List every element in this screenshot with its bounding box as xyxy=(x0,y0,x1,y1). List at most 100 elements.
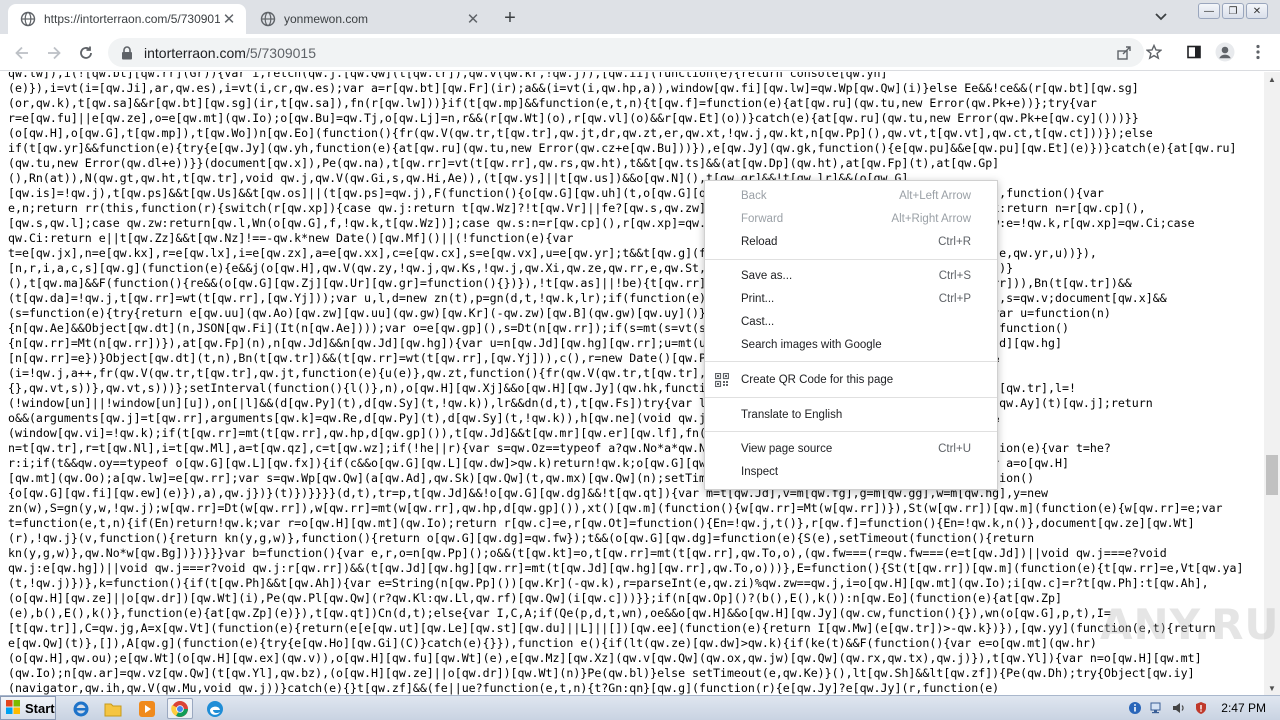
scroll-thumb[interactable] xyxy=(1266,455,1278,495)
scroll-down-icon[interactable]: ▼ xyxy=(1264,681,1280,695)
menu-item-reload[interactable]: Reload Ctrl+R xyxy=(705,231,997,253)
code-line: (qw.tu,new Error(qw.dl+e))}}(document[qw… xyxy=(8,156,1000,170)
menu-item-translate[interactable]: Translate to English xyxy=(705,404,997,426)
minimize-button[interactable]: — xyxy=(1198,3,1220,19)
url-text: intorterraon.com/5/7309015 xyxy=(144,44,317,61)
code-line: [t[qw.tr]],C=qw.jg,A=x[qw.Vt](function(e… xyxy=(8,621,1216,635)
star-icon[interactable] xyxy=(1144,42,1164,62)
edge-icon[interactable] xyxy=(202,698,228,719)
menu-item-back[interactable]: Back Alt+Left Arrow xyxy=(705,185,997,207)
menu-item-forward[interactable]: Forward Alt+Right Arrow xyxy=(705,208,997,230)
code-line: [qw.is]=!qw.j),t[qw.ps]&&t[qw.Us]&&t[qw.… xyxy=(8,186,1104,200)
lock-icon[interactable] xyxy=(120,45,134,60)
close-window-button[interactable]: ✕ xyxy=(1246,3,1268,19)
menu-separator xyxy=(705,259,997,260)
code-line: (),Rn(at)),N(qw.gt,qw.ht,t[qw.tr],void q… xyxy=(8,171,909,185)
taskbar: Start 2:47 PM xyxy=(0,695,1280,720)
code-line: qw.Ci:return e||t[qw.Zz]&&t[qw.Nz]!==-qw… xyxy=(8,231,574,245)
code-line: {n[qw.Ae]&&Object[qw.dt](n,JSON[qw.Fi](I… xyxy=(8,321,1069,335)
code-line: r=e[qw.fu]||e[qw.ze],o=e[qw.mt](qw.Io);o… xyxy=(8,111,1139,125)
code-line: qw.lw]),i(![qw.bt][qw.rr](Gr)){var i,ret… xyxy=(8,72,888,80)
code-line: e,n;return rr(this,function(r){switch(r[… xyxy=(8,201,1146,215)
code-line: (e),b(),E(),k()},function(e){at[qw.Zp](e… xyxy=(8,606,1111,620)
code-line: (e)}),i=vt(i=[qw.Ji],ar,qw.es),i=vt(i,cr… xyxy=(8,81,1139,95)
restore-button[interactable]: ❐ xyxy=(1222,3,1244,19)
code-line: (s=function(e){try{return e[qw.uu](qw.Ao… xyxy=(8,306,1111,320)
code-line: [n,r,i,a,c,s][qw.g](function(e){e&&j(o[q… xyxy=(8,261,1014,275)
new-tab-button[interactable]: + xyxy=(498,6,522,30)
tab-inactive[interactable]: yonmewon.com ✕ xyxy=(248,4,490,34)
media-player-icon[interactable] xyxy=(134,698,160,719)
menu-item-search-images[interactable]: Search images with Google xyxy=(705,334,997,356)
menu-item-cast[interactable]: Cast... xyxy=(705,311,997,333)
globe-icon xyxy=(20,11,36,27)
menu-item-create-qr[interactable]: Create QR Code for this page xyxy=(705,369,997,391)
menu-item-view-source[interactable]: View page source Ctrl+U xyxy=(705,438,997,460)
watermark: ANY.RUN xyxy=(1100,600,1280,649)
tab-title: yonmewon.com xyxy=(284,12,369,26)
window-controls: — ❐ ✕ xyxy=(1198,3,1268,19)
code-line: (navigator,qw.ih,qw.V(qw.Mu,void qw.j))}… xyxy=(8,681,1000,695)
arrow-left-icon[interactable] xyxy=(10,41,34,65)
code-line: {n[qw.rr]=Mt(n[qw.rr])}),at[qw.Fp](n),n[… xyxy=(8,336,1062,350)
code-line: {o[qw.G][qw.fi][qw.ew](e)}),a),qw.j})}(t… xyxy=(8,486,1049,500)
kebab-menu-icon[interactable] xyxy=(1248,42,1268,62)
menu-separator xyxy=(705,361,997,362)
page-content[interactable]: qw.lw]),i(![qw.bt][qw.rr](Gr)){var i,ret… xyxy=(0,72,1264,695)
code-line: [n[qw.rr]=e})}Object[qw.dt](t,n),Bn(t[qw… xyxy=(8,351,1000,365)
tab-strip: https://intorterraon.com/5/7309015 ✕ yon… xyxy=(0,0,1280,34)
tab-active[interactable]: https://intorterraon.com/5/7309015 ✕ xyxy=(8,4,246,34)
chevron-down-icon[interactable] xyxy=(1152,8,1170,26)
code-line: (r),!qw.j}(v,function(){return kn(y,g,w)… xyxy=(8,531,1035,545)
code-line: [qw.mt](qw.Oo);a[qw.lw]=e[qw.rr];var s=q… xyxy=(8,471,1035,485)
tab-title: https://intorterraon.com/5/7309015 xyxy=(44,12,220,26)
chrome-icon[interactable] xyxy=(167,698,193,719)
security-alert-icon[interactable] xyxy=(1193,700,1209,716)
code-line: [qw.s,qw.l];case qw.zw:return[qw.l,Wn(o[… xyxy=(8,216,1195,230)
side-panel-icon[interactable] xyxy=(1184,42,1204,62)
code-line: r:i;if(t&&qw.oy==typeof o[qw.G][qw.L][qw… xyxy=(8,456,1069,470)
network-icon[interactable] xyxy=(1149,700,1165,716)
code-line: e[qw.Qw](t)},[]),A[qw.g](function(e){try… xyxy=(8,636,1097,650)
start-button[interactable]: Start xyxy=(0,696,56,720)
folder-icon[interactable] xyxy=(100,698,126,719)
code-line: (t,!qw.j)})},k=function(){if(t[qw.Ph]&&t… xyxy=(8,576,1209,590)
context-menu: Back Alt+Left Arrow Forward Alt+Right Arro… xyxy=(704,180,998,490)
code-line: (t[qw.da]=!qw.j,t[qw.rr]=wt(t[qw.rr],[qw… xyxy=(8,291,1167,305)
code-line: t=e[qw.jx],n=e[qw.kx],r=e[qw.lx],i=e[qw.… xyxy=(8,246,1097,260)
code-line: (),t[qw.ma]&&F(function(){re&&(o[qw.G][q… xyxy=(8,276,1132,290)
close-icon[interactable]: ✕ xyxy=(464,10,482,28)
code-line: {},qw.vt,s))},qw.vt,s)))};setInterval(fu… xyxy=(8,381,1076,395)
info-icon[interactable] xyxy=(1127,700,1143,716)
code-line: (i=!qw.j,a++,fr(qw.V(qw.tr,t[qw.tr],qw.j… xyxy=(8,366,986,380)
code-line: (or,qw.k),t[qw.sa]&&r[qw.bt][qw.sg](ir,t… xyxy=(8,96,1097,110)
menu-separator xyxy=(705,397,997,398)
reload-icon[interactable] xyxy=(74,41,98,65)
system-tray: 2:47 PM xyxy=(1127,696,1280,720)
volume-icon[interactable] xyxy=(1171,700,1187,716)
code-line: (!window[un]||!window[un][u]),on[|l]&&(d… xyxy=(8,396,1153,410)
menu-separator xyxy=(705,431,997,432)
close-icon[interactable]: ✕ xyxy=(220,10,238,28)
menu-item-inspect[interactable]: Inspect xyxy=(705,461,997,483)
clock: 2:47 PM xyxy=(1221,701,1266,715)
code-line: (qw.Io);n[qw.ar]=qw.vz[qw.Qw](t[qw.Yl],q… xyxy=(8,666,1195,680)
internet-explorer-icon[interactable] xyxy=(68,698,94,719)
menu-item-save-as[interactable]: Save as... Ctrl+S xyxy=(705,265,997,287)
toolbar: intorterraon.com/5/7309015 xyxy=(0,34,1280,71)
share-icon[interactable] xyxy=(1114,43,1134,63)
code-line: (o[qw.H][qw.ze]||o[qw.dr])[qw.Wt](i),Pe(… xyxy=(8,591,1062,605)
code-line: o&&(arguments[qw.j]=t[qw.rr],arguments[q… xyxy=(8,411,1000,425)
code-line: zn(w),S=gn(y,w,!qw.j);w[qw.rr]=Dt(w[qw.r… xyxy=(8,501,1223,515)
qr-code-icon xyxy=(714,372,730,388)
code-line: t=function(e,t,n){if(En)return!qw.k;var … xyxy=(8,516,1195,530)
address-bar[interactable]: intorterraon.com/5/7309015 xyxy=(108,38,1144,67)
windows-logo-icon xyxy=(5,699,21,718)
arrow-right-icon[interactable] xyxy=(42,41,66,65)
start-label: Start xyxy=(25,700,55,716)
scroll-up-icon[interactable]: ▲ xyxy=(1264,72,1280,86)
code-line: (o[qw.H],qw.ou);e[qw.Wt](o[qw.H][qw.ex](… xyxy=(8,651,1202,665)
menu-item-print[interactable]: Print... Ctrl+P xyxy=(705,288,997,310)
code-line: if(t[qw.yr]&&function(e){try{e[qw.Jy](qw… xyxy=(8,141,1237,155)
profile-icon[interactable] xyxy=(1215,42,1235,62)
